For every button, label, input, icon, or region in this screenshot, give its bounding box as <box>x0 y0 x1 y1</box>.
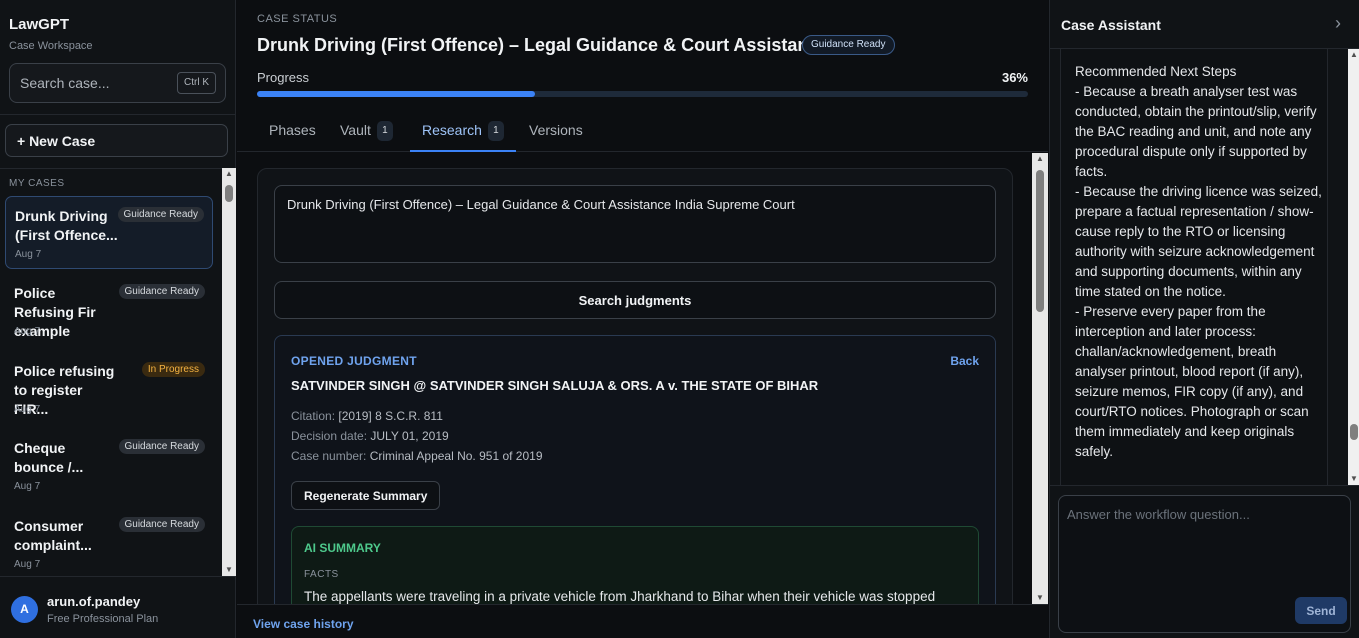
case-number-label: Case number: <box>291 449 367 463</box>
brand-subtitle: Case Workspace <box>9 40 93 52</box>
sidebar-divider <box>0 114 236 115</box>
progress-bar-fill <box>257 91 535 97</box>
new-case-button[interactable]: + New Case <box>5 124 228 157</box>
app-root: LawGPT Case Workspace Ctrl K + New Case … <box>0 0 1359 638</box>
citation-label: Citation: <box>291 409 336 423</box>
scroll-up-arrow-icon[interactable]: ▲ <box>222 168 236 180</box>
research-content: Drunk Driving (First Offence) – Legal Gu… <box>237 153 1032 604</box>
case-date: Aug 7 <box>14 559 41 570</box>
back-link[interactable]: Back <box>950 354 979 368</box>
search-shortcut-hint: Ctrl K <box>177 72 216 94</box>
assistant-messages: Recommended Next Steps - Because a breat… <box>1060 49 1328 485</box>
judgment-citation: Citation: [2019] 8 S.C.R. 811 <box>291 409 443 423</box>
content-scrollbar[interactable]: ▲ ▼ <box>1032 153 1048 604</box>
case-date: Aug 7 <box>15 249 42 260</box>
citation-value: [2019] 8 S.C.R. 811 <box>338 409 443 423</box>
status-badge: Guidance Ready <box>802 35 895 55</box>
scrollbar-thumb[interactable] <box>1350 424 1358 440</box>
judgment-title: SATVINDER SINGH @ SATVINDER SINGH SALUJA… <box>291 378 819 393</box>
my-cases-label: MY CASES <box>9 178 65 189</box>
case-title: Cheque bounce /... <box>14 440 84 475</box>
tab-label: Versions <box>529 122 583 138</box>
page-title: Drunk Driving (First Offence) – Legal Gu… <box>257 35 829 55</box>
scrollbar-thumb[interactable] <box>225 185 233 202</box>
case-item[interactable]: Police refusing to register FIR... In Pr… <box>5 352 213 425</box>
regenerate-summary-button[interactable]: Regenerate Summary <box>291 481 441 510</box>
case-assistant-panel: Case Assistant › Recommended Next Steps … <box>1049 0 1359 638</box>
assistant-input-area: Send <box>1050 485 1359 638</box>
scroll-up-arrow-icon[interactable]: ▲ <box>1348 49 1359 61</box>
case-date: Aug 7 <box>14 481 41 492</box>
case-item[interactable]: Police Refusing Fir example Guidance Rea… <box>5 274 213 347</box>
tab-phases[interactable]: Phases <box>257 109 328 152</box>
scroll-down-arrow-icon[interactable]: ▼ <box>1032 592 1048 604</box>
judgment-decision-date: Decision date: JULY 01, 2019 <box>291 429 449 443</box>
tab-count-badge: 1 <box>487 121 504 142</box>
research-panel: Drunk Driving (First Offence) – Legal Gu… <box>257 168 1013 604</box>
case-item[interactable]: Drunk Driving (First Offence... Guidance… <box>5 196 213 269</box>
send-button[interactable]: Send <box>1295 597 1347 624</box>
case-status-badge: Guidance Ready <box>118 284 205 299</box>
sidebar: LawGPT Case Workspace Ctrl K + New Case … <box>0 0 236 638</box>
search-judgments-button[interactable]: Search judgments <box>274 281 996 319</box>
facts-text: The appellants were traveling in a priva… <box>304 589 936 604</box>
decision-date-value: JULY 01, 2019 <box>370 429 449 443</box>
assistant-scrollbar[interactable]: ▲ ▼ <box>1348 49 1359 485</box>
user-profile[interactable]: A arun.of.pandey Free Professional Plan <box>0 576 236 638</box>
case-status-badge: Guidance Ready <box>118 517 205 532</box>
progress-percent: 36% <box>1001 70 1028 85</box>
case-title: Drunk Driving (First Offence... <box>15 208 118 243</box>
main-panel: CASE STATUS Drunk Driving (First Offence… <box>237 0 1048 638</box>
facts-label: FACTS <box>304 569 339 580</box>
case-number-value: Criminal Appeal No. 951 of 2019 <box>369 449 543 463</box>
case-date: Aug 7 <box>14 326 41 337</box>
scroll-up-arrow-icon[interactable]: ▲ <box>1032 153 1048 165</box>
decision-date-label: Decision date: <box>291 429 368 443</box>
tab-label: Phases <box>269 122 316 138</box>
case-item[interactable]: Cheque bounce /... Guidance Ready Aug 7 <box>5 429 213 502</box>
case-search[interactable]: Ctrl K <box>9 63 226 103</box>
ai-summary-label: AI SUMMARY <box>304 541 381 555</box>
brand-name: LawGPT <box>9 16 70 33</box>
case-status-badge: Guidance Ready <box>117 207 204 222</box>
opened-judgment-label: OPENED JUDGMENT <box>291 354 417 368</box>
tab-count-badge: 1 <box>376 121 393 142</box>
tab-bar: Phases Vault 1 Research 1 Versions <box>237 109 1048 152</box>
case-list-scrollbar[interactable]: ▲ ▼ <box>222 168 236 576</box>
chevron-right-icon[interactable]: › <box>1335 13 1341 34</box>
opened-judgment-card: OPENED JUDGMENT Back SATVINDER SINGH @ S… <box>274 335 996 604</box>
progress-label: Progress <box>257 70 310 85</box>
tab-versions[interactable]: Versions <box>517 109 595 152</box>
footer-divider <box>237 604 1048 605</box>
user-name: arun.of.pandey <box>47 594 141 609</box>
assistant-title: Case Assistant <box>1061 17 1161 33</box>
progress-bar <box>257 91 1028 97</box>
tab-label: Research <box>422 122 482 138</box>
tab-research[interactable]: Research 1 <box>410 109 516 152</box>
user-plan: Free Professional Plan <box>47 613 159 625</box>
assistant-message: Recommended Next Steps - Because a breat… <box>1075 64 1322 459</box>
case-status-badge: Guidance Ready <box>118 439 205 454</box>
tab-vault[interactable]: Vault 1 <box>328 109 405 152</box>
case-status-label: CASE STATUS <box>257 13 338 25</box>
research-query-input[interactable]: Drunk Driving (First Offence) – Legal Gu… <box>274 185 996 263</box>
view-case-history-link[interactable]: View case history <box>253 617 354 631</box>
case-item[interactable]: Consumer complaint... Guidance Ready Aug… <box>5 507 213 575</box>
case-date: Aug 7 <box>14 404 41 415</box>
ai-summary-box: AI SUMMARY FACTS The appellants were tra… <box>291 526 979 604</box>
case-list: Drunk Driving (First Offence... Guidance… <box>0 195 222 575</box>
scroll-down-arrow-icon[interactable]: ▼ <box>222 564 236 576</box>
tab-label: Vault <box>340 122 371 138</box>
case-search-input[interactable] <box>10 64 170 102</box>
avatar: A <box>11 596 38 623</box>
case-title: Consumer complaint... <box>14 518 92 553</box>
judgment-case-number: Case number: Criminal Appeal No. 951 of … <box>291 449 543 463</box>
scroll-down-arrow-icon[interactable]: ▼ <box>1348 473 1359 485</box>
sidebar-divider <box>0 168 236 169</box>
case-status-badge: In Progress <box>141 362 205 377</box>
scrollbar-thumb[interactable] <box>1036 170 1044 312</box>
